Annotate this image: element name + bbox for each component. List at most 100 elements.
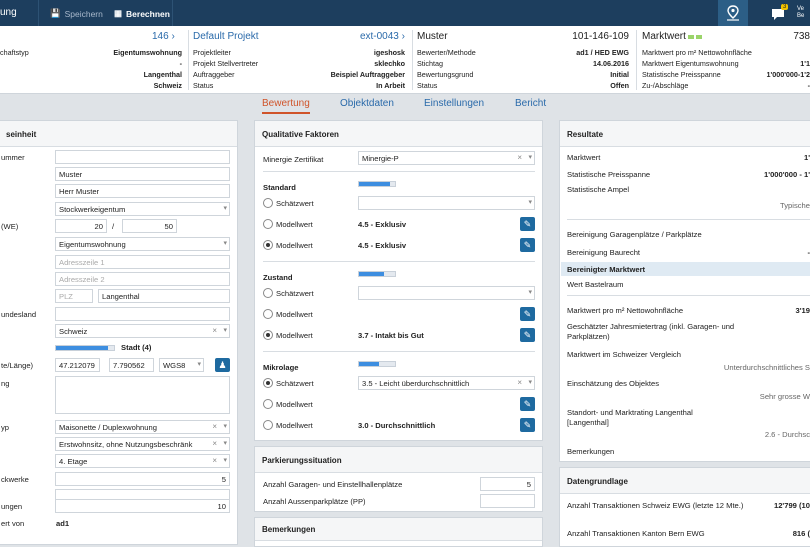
floors-field[interactable]: 5 xyxy=(55,472,230,486)
summary-label: Projektleiter xyxy=(193,48,231,57)
condition-model2-radio[interactable] xyxy=(263,330,273,340)
field-label: ert von xyxy=(1,519,24,528)
outdoor-parking-field[interactable] xyxy=(480,494,535,508)
model-value: 4.5 - Exklusiv xyxy=(358,241,406,250)
assessed-by-value: ad1 xyxy=(56,519,69,528)
edit-icon: ✎ xyxy=(524,240,532,250)
tab-einstellungen[interactable]: Einstellungen xyxy=(424,98,484,109)
edit-button[interactable]: ✎ xyxy=(520,238,535,252)
edit-button[interactable]: ✎ xyxy=(520,307,535,321)
condition-estimate-radio[interactable] xyxy=(263,288,273,298)
latitude-field[interactable]: 47.212079 xyxy=(55,358,100,372)
result-label: Bereinigung Garagenplätze / Parkplätze xyxy=(567,230,702,239)
tab-bericht[interactable]: Bericht xyxy=(515,98,546,109)
standard-estimate-select[interactable]: ▾ xyxy=(358,196,535,210)
result-value: Sehr grosse W xyxy=(760,392,810,401)
chevron-down-icon: ▾ xyxy=(197,360,201,368)
top-toolbar: ung 💾 Speichern ▦ Berechnen 3 Ve Be xyxy=(0,0,810,26)
data-label: Anzahl Transaktionen Kanton Bern EWG xyxy=(567,529,705,538)
summary-value: 1'000'000-1'2 xyxy=(767,70,810,79)
condition-estimate-select[interactable]: ▾ xyxy=(358,286,535,300)
edit-button[interactable]: ✎ xyxy=(520,217,535,231)
clear-icon[interactable]: × xyxy=(212,439,217,448)
save-button[interactable]: 💾 Speichern xyxy=(50,8,103,19)
summary-value: In Arbeit xyxy=(376,81,405,90)
plz-field[interactable]: PLZ xyxy=(55,289,93,303)
clear-icon[interactable]: × xyxy=(517,378,522,387)
summary-label: Projekt Stellvertreter xyxy=(193,59,258,68)
user-menu[interactable]: Ve Be xyxy=(797,6,804,20)
divider xyxy=(263,351,535,352)
field-label: Anzahl Aussenparkplätze (PP) xyxy=(263,497,366,506)
field-separator: / xyxy=(112,222,114,231)
condition-model-radio[interactable] xyxy=(263,309,273,319)
ownership-select[interactable]: Stockwerkeigentum ▾ xyxy=(55,202,230,216)
panel-title: seinheit xyxy=(0,121,237,147)
objecttype-select[interactable]: Eigentumswohnung ▾ xyxy=(55,237,230,251)
edit-button[interactable]: ✎ xyxy=(520,397,535,411)
tab-objektdaten[interactable]: Objektdaten xyxy=(340,98,394,109)
clear-icon[interactable]: × xyxy=(212,456,217,465)
project-ext-id: ext-0043 xyxy=(360,31,399,42)
project-link[interactable]: Default Projekt xyxy=(193,31,259,42)
minergie-select[interactable]: Minergie-P × ▾ xyxy=(358,151,535,165)
tab-bewertung[interactable]: Bewertung xyxy=(262,98,310,114)
remarks-panel: Bemerkungen xyxy=(254,517,543,547)
data-value: 816 ( xyxy=(793,529,810,538)
microlocation-model-radio[interactable] xyxy=(263,399,273,409)
group-title: Standard xyxy=(263,183,296,192)
microlocation-estimate-select[interactable]: 3.5 - Leicht überdurchschnittlich × ▾ xyxy=(358,376,535,390)
divider xyxy=(567,295,810,296)
traffic-light-indicator xyxy=(696,35,702,39)
country-select[interactable]: Schweiz × ▾ xyxy=(55,324,230,338)
canton-field[interactable] xyxy=(55,307,230,321)
locate-button[interactable]: ♟ xyxy=(215,358,230,372)
microlocation-model2-radio[interactable] xyxy=(263,420,273,430)
summary-label: Auftraggeber xyxy=(193,70,235,79)
field-label: te/Länge) xyxy=(1,361,33,370)
longitude-field[interactable]: 7.790562 xyxy=(109,358,154,372)
garage-count-field[interactable]: 5 xyxy=(480,477,535,491)
address-line2-field[interactable]: Adresszeile 2 xyxy=(55,272,230,286)
marketvalue-amount: 738 xyxy=(793,31,810,42)
description-textarea[interactable] xyxy=(55,376,230,414)
we-total-field[interactable]: 50 xyxy=(122,219,177,233)
microlocation-estimate-radio[interactable] xyxy=(263,378,273,388)
divider xyxy=(263,261,535,262)
name-field[interactable]: Muster xyxy=(55,167,230,181)
calculate-button[interactable]: ▦ Berechnen xyxy=(114,8,170,19)
standard-estimate-radio[interactable] xyxy=(263,198,273,208)
project-ext-link[interactable]: ext-0043 › xyxy=(360,31,405,42)
crs-select[interactable]: WGS8 ▾ xyxy=(159,358,204,372)
chevron-down-icon: ▾ xyxy=(528,198,532,206)
we-count-field[interactable]: 20 xyxy=(55,219,107,233)
field-label: Anzahl Garagen- und Einstellhallenplätze xyxy=(263,480,402,489)
panel-title: Resultate xyxy=(560,121,810,147)
clear-icon[interactable]: × xyxy=(517,153,522,162)
city-field[interactable]: Langenthal xyxy=(98,289,230,303)
floor-select[interactable]: 4. Etage × ▾ xyxy=(55,454,230,468)
salutation-field[interactable]: Herr Muster xyxy=(55,184,230,198)
object-id-link[interactable]: 146 › xyxy=(152,31,175,42)
usage-select[interactable]: Erstwohnsitz, ohne Nutzungsbeschränk × ▾ xyxy=(55,437,230,451)
municipality-rating-bar xyxy=(55,345,115,351)
model-value: 3.7 - Intakt bis Gut xyxy=(358,331,424,340)
edit-button[interactable]: ✎ xyxy=(520,328,535,342)
number-field[interactable] xyxy=(55,150,230,164)
subtype-select[interactable]: Maisonette / Duplexwohnung × ▾ xyxy=(55,420,230,434)
address-line1-field[interactable]: Adresszeile 1 xyxy=(55,255,230,269)
result-label: Marktwert pro m² Nettowohnfläche xyxy=(567,306,683,315)
clear-icon[interactable]: × xyxy=(212,326,217,335)
radio-label: Schätzwert xyxy=(276,199,314,208)
rooms-field[interactable]: 10 xyxy=(55,499,230,513)
summary-value: sklechko xyxy=(374,59,405,68)
main-tabs: Bewertung Objektdaten Einstellungen Beri… xyxy=(0,94,810,116)
standard-model-radio[interactable] xyxy=(263,219,273,229)
radio-label: Schätzwert xyxy=(276,379,314,388)
map-button[interactable] xyxy=(718,0,748,26)
condition-rating-bar xyxy=(358,271,396,277)
clear-icon[interactable]: × xyxy=(212,422,217,431)
standard-model2-radio[interactable] xyxy=(263,240,273,250)
messages-button[interactable]: 3 Ve Be xyxy=(767,4,810,24)
edit-button[interactable]: ✎ xyxy=(520,418,535,432)
